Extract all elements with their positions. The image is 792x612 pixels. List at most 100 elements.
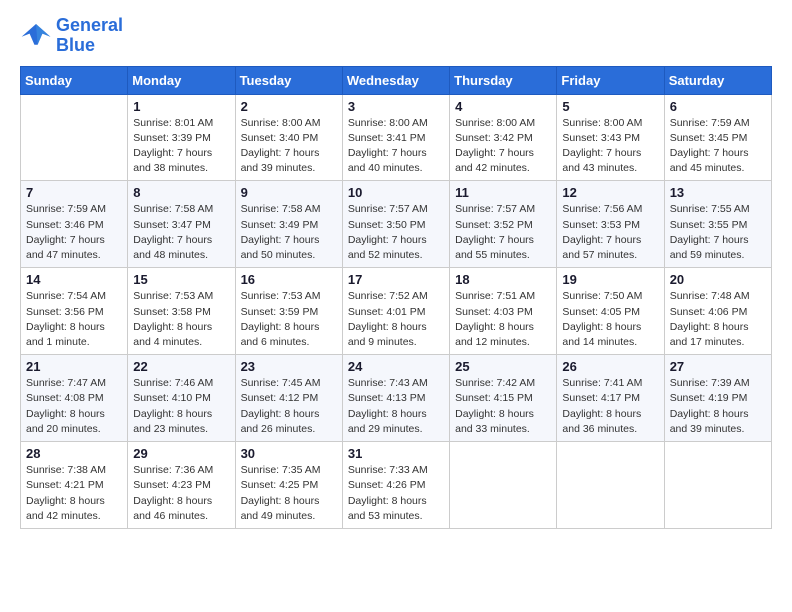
- calendar-cell: 10 Sunrise: 7:57 AM Sunset: 3:50 PM Dayl…: [342, 181, 449, 268]
- daylight-text: Daylight: 8 hours and 23 minutes.: [133, 408, 212, 435]
- calendar-week-row: 1 Sunrise: 8:01 AM Sunset: 3:39 PM Dayli…: [21, 94, 772, 181]
- sunrise-text: Sunrise: 7:57 AM: [455, 203, 535, 215]
- weekday-header-tuesday: Tuesday: [235, 66, 342, 94]
- day-number: 29: [133, 446, 229, 461]
- sunset-text: Sunset: 4:12 PM: [241, 392, 319, 404]
- day-info: Sunrise: 7:47 AM Sunset: 4:08 PM Dayligh…: [26, 376, 122, 437]
- daylight-text: Daylight: 7 hours and 55 minutes.: [455, 234, 534, 261]
- sunrise-text: Sunrise: 7:59 AM: [670, 117, 750, 129]
- day-info: Sunrise: 7:57 AM Sunset: 3:50 PM Dayligh…: [348, 202, 444, 263]
- day-info: Sunrise: 7:45 AM Sunset: 4:12 PM Dayligh…: [241, 376, 337, 437]
- day-info: Sunrise: 7:46 AM Sunset: 4:10 PM Dayligh…: [133, 376, 229, 437]
- daylight-text: Daylight: 8 hours and 49 minutes.: [241, 495, 320, 522]
- sunset-text: Sunset: 4:01 PM: [348, 306, 426, 318]
- sunrise-text: Sunrise: 7:42 AM: [455, 377, 535, 389]
- sunset-text: Sunset: 4:13 PM: [348, 392, 426, 404]
- sunrise-text: Sunrise: 7:56 AM: [562, 203, 642, 215]
- day-number: 11: [455, 185, 551, 200]
- calendar-cell: 7 Sunrise: 7:59 AM Sunset: 3:46 PM Dayli…: [21, 181, 128, 268]
- weekday-header-saturday: Saturday: [664, 66, 771, 94]
- daylight-text: Daylight: 8 hours and 42 minutes.: [26, 495, 105, 522]
- day-number: 3: [348, 99, 444, 114]
- calendar-cell: 13 Sunrise: 7:55 AM Sunset: 3:55 PM Dayl…: [664, 181, 771, 268]
- day-number: 4: [455, 99, 551, 114]
- calendar-week-row: 21 Sunrise: 7:47 AM Sunset: 4:08 PM Dayl…: [21, 355, 772, 442]
- sunrise-text: Sunrise: 8:00 AM: [562, 117, 642, 129]
- calendar-cell: 24 Sunrise: 7:43 AM Sunset: 4:13 PM Dayl…: [342, 355, 449, 442]
- daylight-text: Daylight: 7 hours and 47 minutes.: [26, 234, 105, 261]
- day-info: Sunrise: 7:41 AM Sunset: 4:17 PM Dayligh…: [562, 376, 658, 437]
- sunset-text: Sunset: 4:19 PM: [670, 392, 748, 404]
- daylight-text: Daylight: 7 hours and 52 minutes.: [348, 234, 427, 261]
- sunrise-text: Sunrise: 7:36 AM: [133, 464, 213, 476]
- day-info: Sunrise: 7:56 AM Sunset: 3:53 PM Dayligh…: [562, 202, 658, 263]
- calendar-week-row: 28 Sunrise: 7:38 AM Sunset: 4:21 PM Dayl…: [21, 442, 772, 529]
- calendar-cell: 18 Sunrise: 7:51 AM Sunset: 4:03 PM Dayl…: [450, 268, 557, 355]
- daylight-text: Daylight: 8 hours and 17 minutes.: [670, 321, 749, 348]
- day-info: Sunrise: 7:59 AM Sunset: 3:45 PM Dayligh…: [670, 116, 766, 177]
- sunset-text: Sunset: 3:47 PM: [133, 219, 211, 231]
- day-info: Sunrise: 7:35 AM Sunset: 4:25 PM Dayligh…: [241, 463, 337, 524]
- daylight-text: Daylight: 7 hours and 38 minutes.: [133, 147, 212, 174]
- day-number: 13: [670, 185, 766, 200]
- day-number: 2: [241, 99, 337, 114]
- logo: General Blue: [20, 16, 123, 56]
- calendar-cell: 6 Sunrise: 7:59 AM Sunset: 3:45 PM Dayli…: [664, 94, 771, 181]
- day-info: Sunrise: 7:38 AM Sunset: 4:21 PM Dayligh…: [26, 463, 122, 524]
- day-info: Sunrise: 7:50 AM Sunset: 4:05 PM Dayligh…: [562, 289, 658, 350]
- calendar-cell: 4 Sunrise: 8:00 AM Sunset: 3:42 PM Dayli…: [450, 94, 557, 181]
- sunset-text: Sunset: 4:25 PM: [241, 479, 319, 491]
- sunrise-text: Sunrise: 8:00 AM: [455, 117, 535, 129]
- calendar-table: SundayMondayTuesdayWednesdayThursdayFrid…: [20, 66, 772, 529]
- sunset-text: Sunset: 3:46 PM: [26, 219, 104, 231]
- sunset-text: Sunset: 4:17 PM: [562, 392, 640, 404]
- day-number: 12: [562, 185, 658, 200]
- sunset-text: Sunset: 3:39 PM: [133, 132, 211, 144]
- sunset-text: Sunset: 3:56 PM: [26, 306, 104, 318]
- day-info: Sunrise: 7:58 AM Sunset: 3:47 PM Dayligh…: [133, 202, 229, 263]
- calendar-cell: 31 Sunrise: 7:33 AM Sunset: 4:26 PM Dayl…: [342, 442, 449, 529]
- sunrise-text: Sunrise: 8:01 AM: [133, 117, 213, 129]
- daylight-text: Daylight: 7 hours and 57 minutes.: [562, 234, 641, 261]
- sunrise-text: Sunrise: 7:35 AM: [241, 464, 321, 476]
- sunset-text: Sunset: 4:06 PM: [670, 306, 748, 318]
- calendar-cell: 28 Sunrise: 7:38 AM Sunset: 4:21 PM Dayl…: [21, 442, 128, 529]
- day-number: 19: [562, 272, 658, 287]
- sunrise-text: Sunrise: 7:58 AM: [133, 203, 213, 215]
- calendar-cell: 16 Sunrise: 7:53 AM Sunset: 3:59 PM Dayl…: [235, 268, 342, 355]
- sunrise-text: Sunrise: 7:53 AM: [133, 290, 213, 302]
- sunrise-text: Sunrise: 7:57 AM: [348, 203, 428, 215]
- calendar-cell: 30 Sunrise: 7:35 AM Sunset: 4:25 PM Dayl…: [235, 442, 342, 529]
- calendar-cell: 22 Sunrise: 7:46 AM Sunset: 4:10 PM Dayl…: [128, 355, 235, 442]
- sunset-text: Sunset: 4:26 PM: [348, 479, 426, 491]
- daylight-text: Daylight: 7 hours and 59 minutes.: [670, 234, 749, 261]
- sunset-text: Sunset: 3:45 PM: [670, 132, 748, 144]
- day-info: Sunrise: 8:00 AM Sunset: 3:40 PM Dayligh…: [241, 116, 337, 177]
- daylight-text: Daylight: 8 hours and 14 minutes.: [562, 321, 641, 348]
- sunset-text: Sunset: 3:50 PM: [348, 219, 426, 231]
- daylight-text: Daylight: 7 hours and 40 minutes.: [348, 147, 427, 174]
- sunset-text: Sunset: 3:55 PM: [670, 219, 748, 231]
- daylight-text: Daylight: 8 hours and 39 minutes.: [670, 408, 749, 435]
- daylight-text: Daylight: 7 hours and 45 minutes.: [670, 147, 749, 174]
- sunrise-text: Sunrise: 7:59 AM: [26, 203, 106, 215]
- daylight-text: Daylight: 8 hours and 4 minutes.: [133, 321, 212, 348]
- sunrise-text: Sunrise: 7:50 AM: [562, 290, 642, 302]
- sunset-text: Sunset: 4:03 PM: [455, 306, 533, 318]
- calendar-cell: 3 Sunrise: 8:00 AM Sunset: 3:41 PM Dayli…: [342, 94, 449, 181]
- day-number: 7: [26, 185, 122, 200]
- day-info: Sunrise: 7:42 AM Sunset: 4:15 PM Dayligh…: [455, 376, 551, 437]
- calendar-week-row: 14 Sunrise: 7:54 AM Sunset: 3:56 PM Dayl…: [21, 268, 772, 355]
- day-info: Sunrise: 7:39 AM Sunset: 4:19 PM Dayligh…: [670, 376, 766, 437]
- day-number: 5: [562, 99, 658, 114]
- calendar-cell: 1 Sunrise: 8:01 AM Sunset: 3:39 PM Dayli…: [128, 94, 235, 181]
- sunrise-text: Sunrise: 7:47 AM: [26, 377, 106, 389]
- sunrise-text: Sunrise: 7:55 AM: [670, 203, 750, 215]
- calendar-cell: 20 Sunrise: 7:48 AM Sunset: 4:06 PM Dayl…: [664, 268, 771, 355]
- day-info: Sunrise: 7:36 AM Sunset: 4:23 PM Dayligh…: [133, 463, 229, 524]
- day-info: Sunrise: 7:57 AM Sunset: 3:52 PM Dayligh…: [455, 202, 551, 263]
- day-info: Sunrise: 7:33 AM Sunset: 4:26 PM Dayligh…: [348, 463, 444, 524]
- day-number: 10: [348, 185, 444, 200]
- sunset-text: Sunset: 4:08 PM: [26, 392, 104, 404]
- daylight-text: Daylight: 7 hours and 43 minutes.: [562, 147, 641, 174]
